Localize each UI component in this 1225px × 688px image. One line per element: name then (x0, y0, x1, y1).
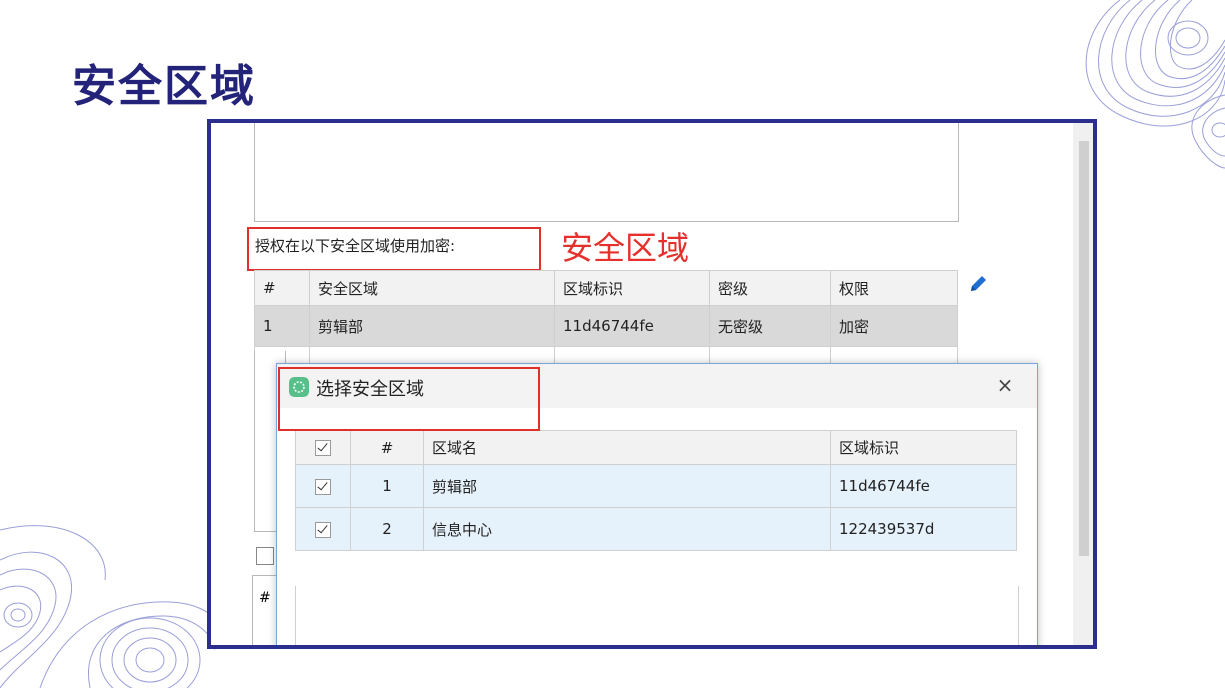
table-row[interactable]: 1 剪辑部 11d46744fe 无密级 加密 (254, 305, 958, 347)
option-checkbox[interactable] (256, 547, 274, 565)
cell-zone-id: 11d46744fe (830, 464, 1017, 508)
screenshot-frame: 授权在以下安全区域使用加密: 安全区域 # 安全区域 区域标识 密级 权限 1 … (207, 119, 1097, 649)
description-textarea[interactable] (254, 123, 959, 222)
column-header-index: # (259, 590, 271, 606)
cell-index: 1 (254, 305, 310, 347)
cell-zone-name: 信息中心 (423, 507, 831, 551)
cell-level: 无密级 (709, 305, 831, 347)
cell-zone: 剪辑部 (309, 305, 555, 347)
column-header-zone-id[interactable]: 区域标识 (554, 270, 710, 306)
cell-zone-id: 122439537d (830, 507, 1017, 551)
row-check-cell[interactable] (295, 507, 351, 551)
list-item[interactable]: 2 信息中心 122439537d (295, 507, 1017, 551)
column-header-zone-id[interactable]: 区域标识 (830, 430, 1017, 465)
auth-label: 授权在以下安全区域使用加密: (255, 237, 456, 255)
select-all-header[interactable] (295, 430, 351, 465)
column-header-zone[interactable]: 安全区域 (309, 270, 555, 306)
close-icon[interactable]: × (993, 373, 1017, 397)
cell-zone-name: 剪辑部 (423, 464, 831, 508)
cell-permission: 加密 (830, 305, 958, 347)
column-header-permission[interactable]: 权限 (830, 270, 958, 306)
column-header-level[interactable]: 密级 (709, 270, 831, 306)
security-zone-table: # 安全区域 区域标识 密级 权限 1 剪辑部 11d46744fe 无密级 加… (254, 270, 958, 372)
cell-index: 2 (350, 507, 424, 551)
pencil-icon[interactable] (967, 273, 989, 295)
list-item[interactable]: 1 剪辑部 11d46744fe (295, 464, 1017, 508)
scrollbar-thumb[interactable] (1079, 141, 1089, 556)
cell-index: 1 (350, 464, 424, 508)
highlight-box-dialog-title (278, 367, 540, 431)
empty-list-area (295, 586, 1019, 645)
cell-zone-id: 11d46744fe (554, 305, 710, 347)
row-checkbox[interactable] (315, 478, 331, 495)
row-checkbox[interactable] (315, 521, 331, 538)
page-title: 安全区域 (72, 61, 256, 112)
contour-decoration-bottom-left (0, 525, 215, 688)
column-header-index[interactable]: # (254, 270, 310, 306)
select-all-checkbox[interactable] (315, 440, 331, 456)
column-header-index[interactable]: # (350, 430, 424, 465)
scrollbar[interactable] (1073, 123, 1093, 645)
column-header-zone-name[interactable]: 区域名 (423, 430, 831, 465)
annotation-label: 安全区域 (561, 229, 690, 267)
row-check-cell[interactable] (295, 464, 351, 508)
dialog-body: # 区域名 区域标识 1 剪辑部 11d46744fe 2 信息中心 12243… (277, 408, 1037, 645)
zone-picker-table: # 区域名 区域标识 1 剪辑部 11d46744fe 2 信息中心 12243… (295, 430, 1017, 551)
